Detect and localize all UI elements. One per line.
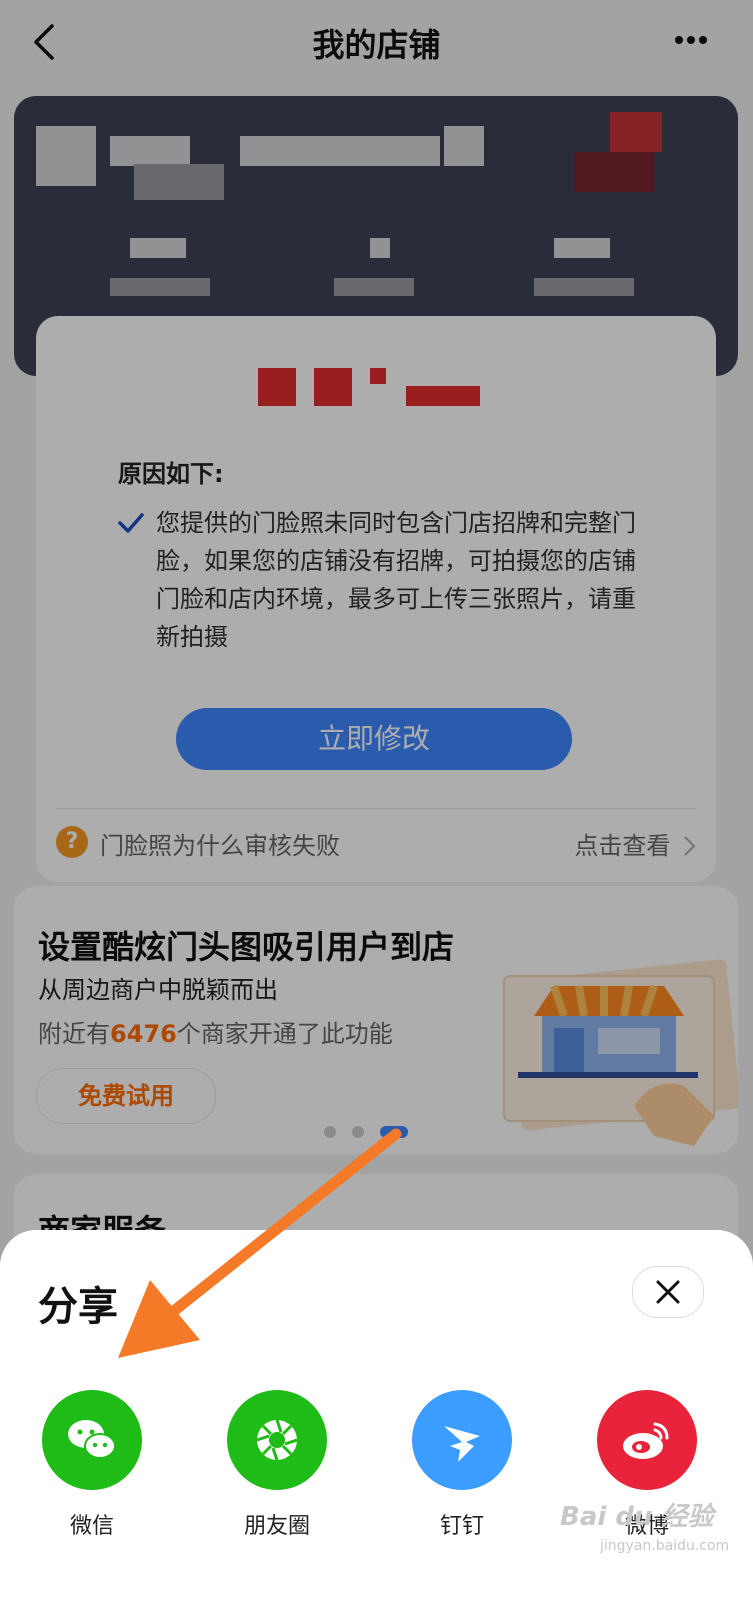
- annotation-arrow-icon: [118, 1128, 402, 1358]
- share-label: 朋友圈: [243, 1514, 310, 1539]
- share-dingtalk[interactable]: 钉钉: [402, 1390, 522, 1540]
- watermark-url: jingyan.baidu.com: [600, 1538, 730, 1554]
- wechat-icon: [42, 1390, 142, 1490]
- my-store-page: 我的店铺 原因如下: 您提供的门脸照未同时包含门店招牌和完整门脸，如果您的店铺没…: [0, 0, 753, 1599]
- share-sheet-title: 分享: [38, 1284, 118, 1330]
- share-wechat[interactable]: 微信: [32, 1390, 152, 1540]
- watermark-logo: Bai du 经验: [560, 1502, 714, 1532]
- weibo-icon: [597, 1390, 697, 1490]
- share-moments[interactable]: 朋友圈: [217, 1390, 337, 1540]
- moments-icon: [227, 1390, 327, 1490]
- share-label: 微信: [69, 1514, 114, 1539]
- dingtalk-icon: [412, 1390, 512, 1490]
- close-button[interactable]: [632, 1266, 704, 1318]
- share-label: 钉钉: [439, 1514, 484, 1539]
- close-icon: [656, 1280, 680, 1304]
